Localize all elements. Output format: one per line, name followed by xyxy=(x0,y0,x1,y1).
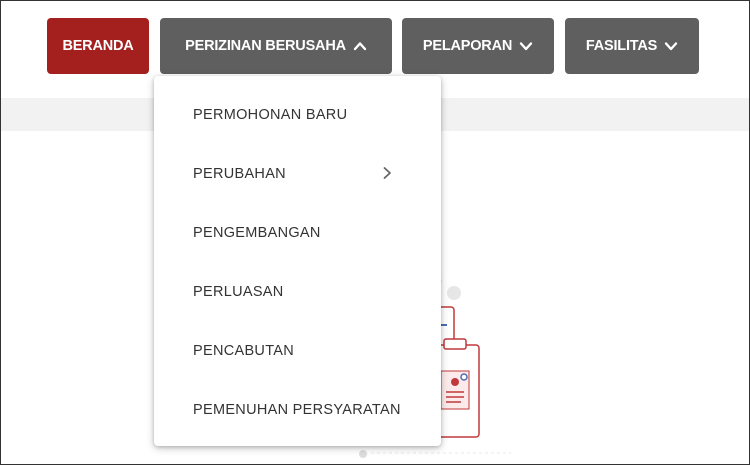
menu-item-pemenuhan-persyaratan[interactable]: PEMENUHAN PERSYARATAN xyxy=(154,380,441,439)
chevron-down-icon xyxy=(664,42,678,51)
menu-item-perubahan[interactable]: PERUBAHAN xyxy=(154,144,441,203)
menu-item-label: PENCABUTAN xyxy=(193,342,295,359)
menu-item-permohonan-baru[interactable]: PERMOHONAN BARU xyxy=(154,85,441,144)
menu-item-pengembangan[interactable]: PENGEMBANGAN xyxy=(154,203,441,262)
fasilitas-button[interactable]: FASILITAS xyxy=(565,18,699,74)
menu-item-pencabutan[interactable]: PENCABUTAN xyxy=(154,321,441,380)
app-window: BERANDA PERIZINAN BERUSAHA PELAPORAN FAS… xyxy=(0,0,750,465)
menu-item-label: PEMENUHAN PERSYARATAN xyxy=(193,401,401,418)
beranda-label: BERANDA xyxy=(62,38,134,54)
chevron-down-icon xyxy=(519,42,533,51)
perizinan-berusaha-label: PERIZINAN BERUSAHA xyxy=(185,38,346,54)
menu-item-label: PERUBAHAN xyxy=(193,165,286,182)
chevron-up-icon xyxy=(353,42,367,51)
menu-item-label: PERMOHONAN BARU xyxy=(193,106,348,123)
perizinan-berusaha-button[interactable]: PERIZINAN BERUSAHA xyxy=(160,18,392,74)
pelaporan-button[interactable]: PELAPORAN xyxy=(402,18,554,74)
chevron-right-icon xyxy=(383,167,391,179)
perizinan-dropdown-menu: PERMOHONAN BARU PERUBAHAN PENGEMBANGAN P… xyxy=(154,76,441,446)
menu-item-label: PENGEMBANGAN xyxy=(193,224,321,241)
fasilitas-label: FASILITAS xyxy=(585,38,658,54)
beranda-button[interactable]: BERANDA xyxy=(47,18,149,74)
menu-item-label: PERLUASAN xyxy=(193,283,284,300)
menu-item-perluasan[interactable]: PERLUASAN xyxy=(154,262,441,321)
pelaporan-label: PELAPORAN xyxy=(422,38,513,54)
